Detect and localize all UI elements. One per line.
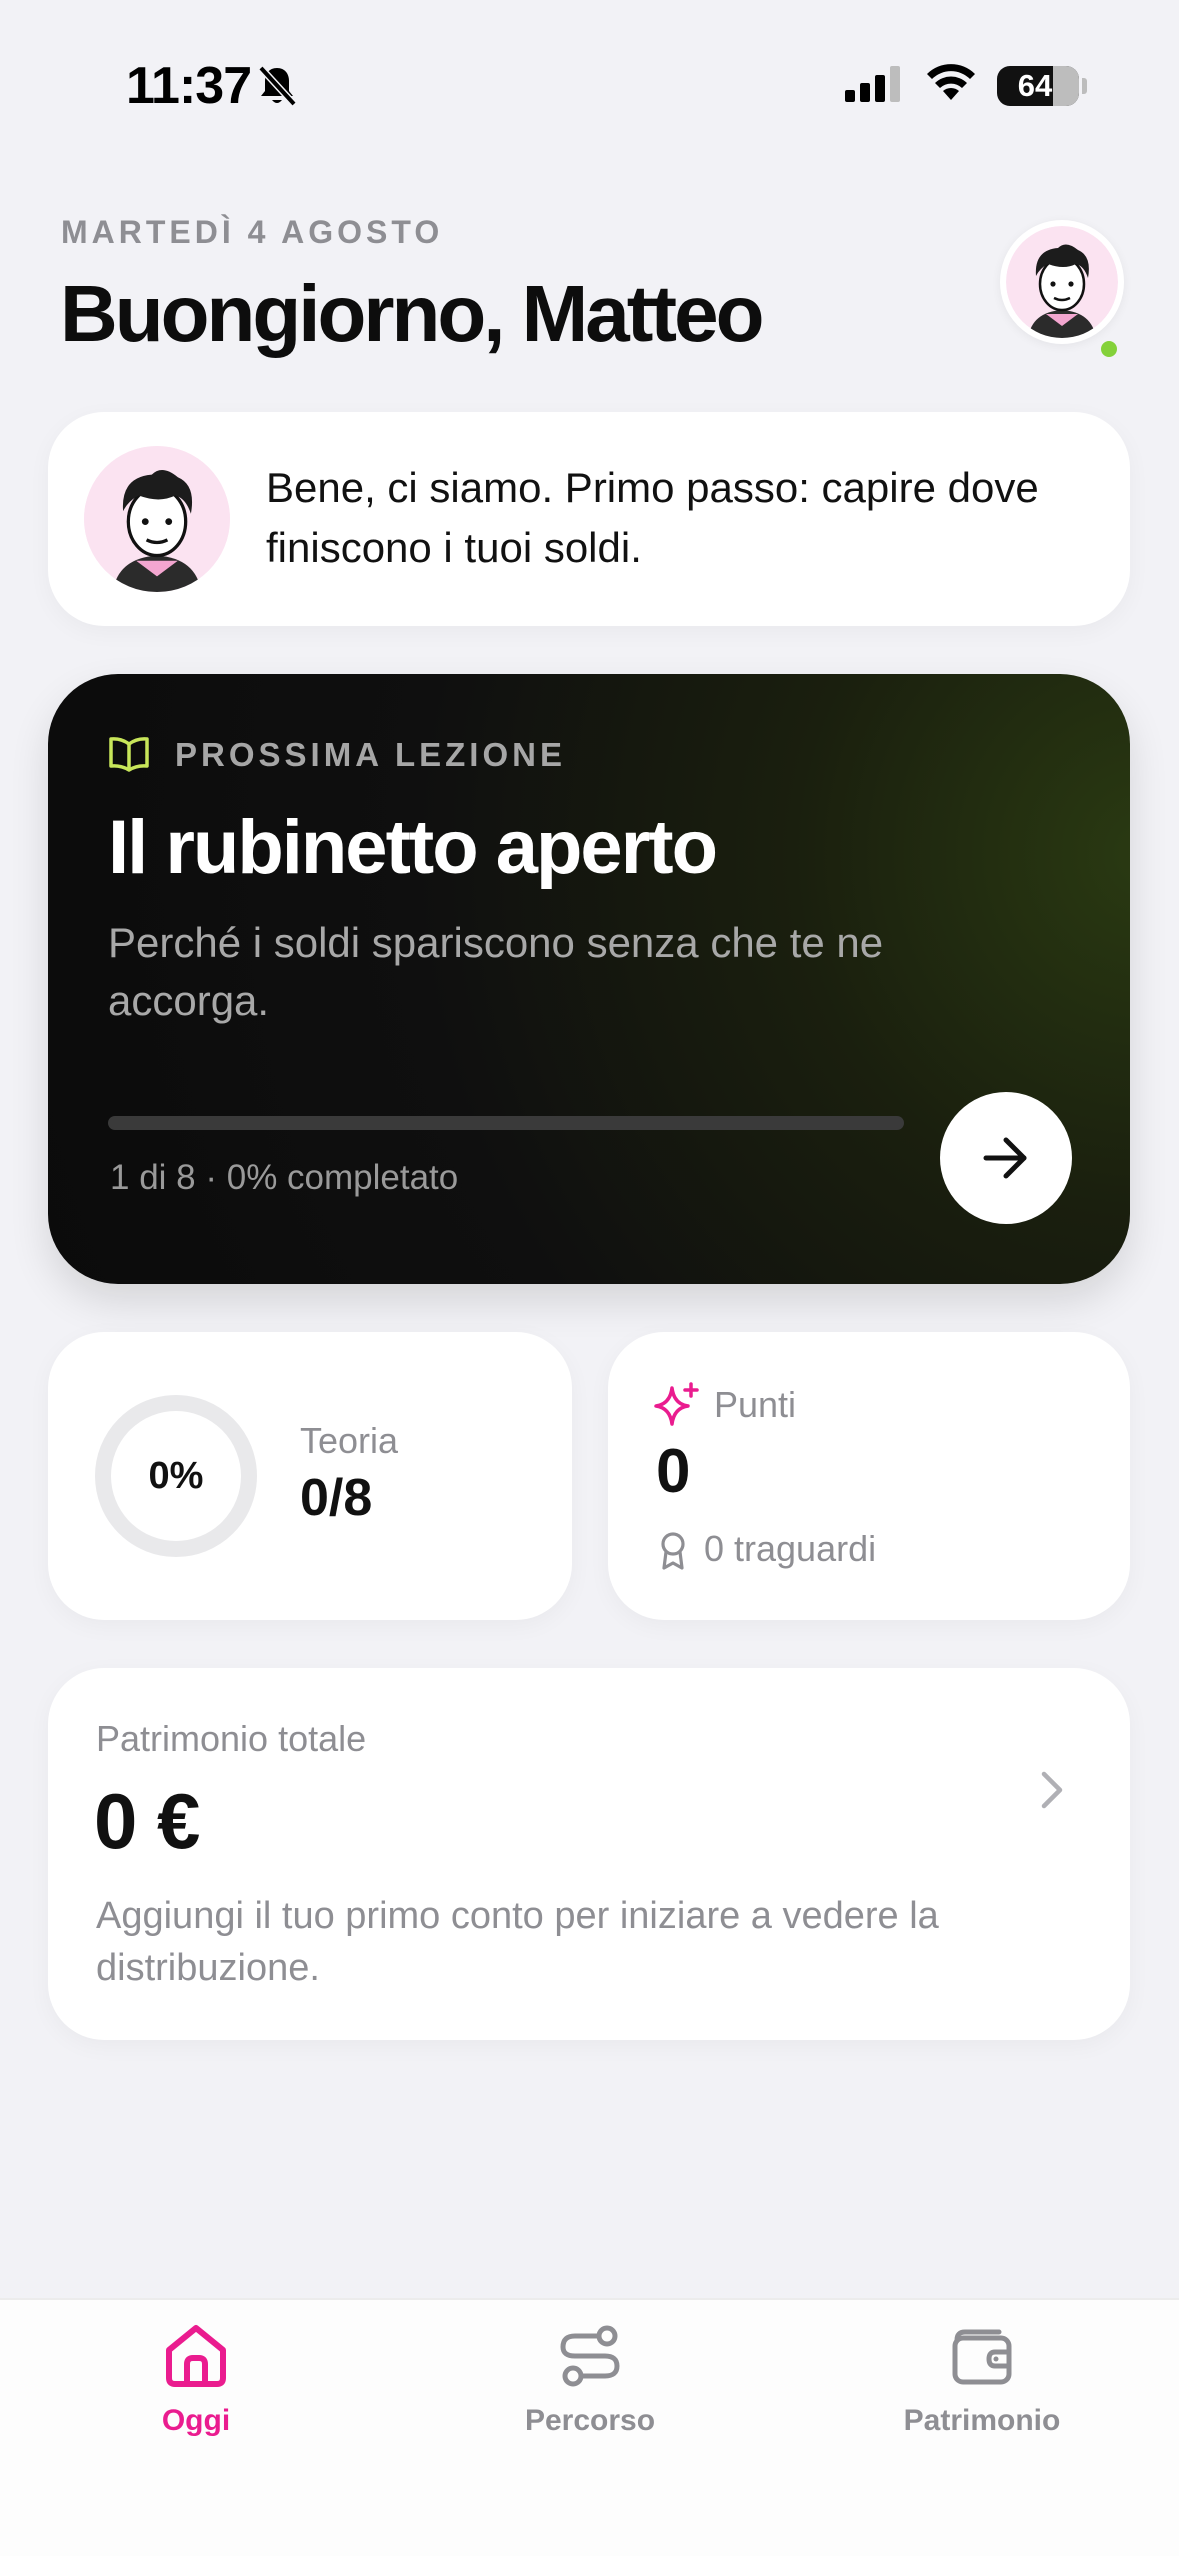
lesson-subtitle: Perché i soldi spariscono senza che te n… <box>108 919 884 1024</box>
theory-percent: 0% <box>148 1455 204 1497</box>
coach-message-card: Bene, ci siamo. Primo passo: capire dove… <box>48 412 1130 626</box>
date-label: MARTEDÌ 4 AGOSTO <box>61 214 444 250</box>
coach-avatar-illustration <box>84 446 230 592</box>
battery-icon: 64 <box>997 66 1079 106</box>
cellular-signal-icon <box>845 66 900 102</box>
lesson-progress-bar <box>108 1116 904 1130</box>
avatar-illustration <box>1006 226 1118 338</box>
tab-oggi-label: Oggi <box>161 2404 231 2437</box>
lesson-section-label: PROSSIMA LEZIONE <box>175 736 566 773</box>
route-icon <box>560 2325 620 2387</box>
milestones-count: 0 traguardi <box>704 1528 877 1569</box>
arrow-right-icon <box>983 1137 1027 1179</box>
profile-avatar[interactable] <box>1000 220 1124 344</box>
book-open-icon <box>109 737 149 772</box>
battery-level: 64 <box>1017 68 1053 103</box>
points-label: Punti <box>714 1384 797 1425</box>
tab-oggi[interactable]: Oggi <box>46 2320 346 2470</box>
bell-slash-icon <box>258 65 297 107</box>
wifi-icon <box>927 64 975 100</box>
status-bar: 11:37 64 <box>0 0 1179 170</box>
theory-label: Teoria <box>300 1420 399 1461</box>
tab-patrimonio-label: Patrimonio <box>903 2404 1061 2437</box>
net-worth-card[interactable]: Patrimonio totale 0 € Aggiungi il tuo pr… <box>48 1668 1130 2040</box>
wallet-icon <box>952 2329 1012 2385</box>
online-status-dot <box>1098 338 1120 360</box>
theory-card[interactable]: 0% Teoria 0/8 <box>48 1332 572 1620</box>
sparkle-icon <box>654 1382 699 1426</box>
theory-value: 0/8 <box>300 1469 373 1527</box>
coach-message-text: Bene, ci siamo. Primo passo: capire dove… <box>266 464 1039 571</box>
net-worth-description: Aggiungi il tuo primo conto per iniziare… <box>96 1895 939 1989</box>
tab-percorso[interactable]: Percorso <box>440 2320 740 2470</box>
tab-percorso-label: Percorso <box>524 2404 656 2437</box>
next-lesson-card[interactable]: PROSSIMA LEZIONE Il rubinetto aperto Per… <box>48 674 1130 1284</box>
net-worth-value: 0 € <box>94 1777 200 1865</box>
lesson-progress-text: 1 di 8 · 0% completato <box>110 1158 459 1197</box>
chevron-right-icon[interactable] <box>1036 1768 1066 1812</box>
page-title: Buongiorno, Matteo <box>60 269 764 358</box>
tab-bar: Oggi Percorso Patrimonio <box>0 2298 1179 2556</box>
net-worth-label: Patrimonio totale <box>96 1718 367 1759</box>
coach-avatar <box>84 446 230 592</box>
award-icon <box>661 1532 685 1570</box>
status-time: 11:37 <box>126 57 252 115</box>
home-icon <box>166 2325 226 2387</box>
points-card[interactable]: Punti 0 0 traguardi <box>608 1332 1130 1620</box>
tab-patrimonio[interactable]: Patrimonio <box>832 2320 1132 2470</box>
start-lesson-button[interactable] <box>940 1092 1072 1224</box>
points-value: 0 <box>656 1437 691 1506</box>
lesson-title: Il rubinetto aperto <box>108 805 718 890</box>
